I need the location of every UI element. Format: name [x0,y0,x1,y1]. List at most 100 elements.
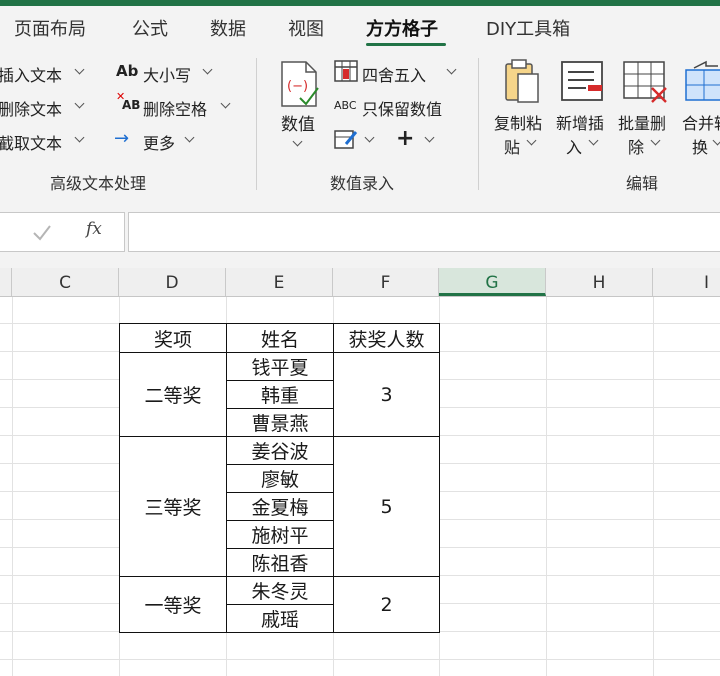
chevron-down-icon[interactable] [74,132,85,143]
case-button[interactable]: 大小写 [143,62,191,86]
formula-input[interactable] [128,212,720,252]
table-header-row: 奖项 姓名 获奖人数 [119,323,440,353]
keep-values-only-button[interactable]: 只保留数值 [362,96,442,120]
copy-paste-button-line2[interactable]: 贴 [504,134,520,158]
ribbon: 插入文本 删除文本 截取文本 Ab 大小写 ✕ AB 删除空格 → 更多 高级文… [0,50,720,197]
chevron-down-icon[interactable] [588,135,599,146]
active-tab-indicator [366,43,446,46]
name-cell[interactable]: 韩重 [226,380,334,409]
count-cell[interactable]: 2 [333,576,440,633]
round-icon [334,60,358,82]
new-insert-button-line2[interactable]: 入 [566,134,582,158]
check-icon[interactable] [32,223,52,241]
column-header-f[interactable]: F [333,268,439,296]
column-header-h[interactable]: H [546,268,653,296]
column-header-edge [0,268,12,296]
chevron-down-icon[interactable] [220,98,231,109]
column-header-d[interactable]: D [119,268,226,296]
batch-delete-button[interactable]: 批量删 [618,110,666,134]
round-button[interactable]: 四舍五入 [362,62,426,86]
formula-bar-area: fx [0,196,720,268]
chevron-down-icon[interactable] [526,135,537,146]
delete-space-icon: AB [122,98,141,112]
chevron-down-icon[interactable] [424,132,435,143]
name-cell[interactable]: 钱平夏 [226,352,334,381]
table-row: 一等奖 朱冬灵 2 [119,576,440,633]
group-divider [478,58,479,190]
table-row: 三等奖 姜谷波 5 [119,436,440,577]
batch-delete-button-line2[interactable]: 除 [628,134,644,158]
fx-icon[interactable]: fx [86,219,102,239]
chevron-down-icon[interactable] [364,132,375,143]
table-row: 二等奖 钱平夏 3 [119,352,440,437]
name-box[interactable]: fx [0,212,125,252]
tab-view[interactable]: 视图 [288,15,324,41]
column-header-c[interactable]: C [12,268,119,296]
group-label-edit: 编辑 [626,174,659,193]
tab-page-layout[interactable]: 页面布局 [14,15,86,41]
gridline [653,297,654,676]
more-button[interactable]: 更多 [143,130,175,154]
count-cell[interactable]: 5 [333,436,440,577]
column-header-g[interactable]: G [439,268,546,296]
abc-icon: ABC [334,99,357,112]
copy-paste-button[interactable]: 复制粘 [494,110,542,134]
header-cell-name[interactable]: 姓名 [226,323,334,353]
insert-text-button[interactable]: 插入文本 [0,62,62,86]
name-cell[interactable]: 戚瑶 [226,604,334,633]
numeric-value-button[interactable]: 数值 [281,110,315,135]
name-cell[interactable]: 施树平 [226,520,334,549]
chevron-down-icon[interactable] [712,135,720,146]
group-label-numeric: 数值录入 [330,174,395,193]
copy-paste-icon[interactable] [500,58,542,106]
numeric-value-icon[interactable]: (−) [278,60,320,108]
merge-convert-button[interactable]: 合并转 [682,110,720,134]
merge-convert-icon[interactable] [684,60,720,104]
name-cell[interactable]: 曹景燕 [226,408,334,437]
gridline [546,297,547,676]
gridline [12,297,13,676]
edit-cell-icon[interactable] [334,128,358,150]
group-divider [256,58,257,190]
name-cell[interactable]: 廖敏 [226,464,334,493]
plus-icon[interactable]: + [396,126,414,151]
chevron-down-icon[interactable] [446,64,457,75]
delete-text-button[interactable]: 删除文本 [0,96,62,120]
name-cell[interactable]: 姜谷波 [226,436,334,465]
extract-text-button[interactable]: 截取文本 [0,130,62,154]
name-cell[interactable]: 陈祖香 [226,548,334,577]
delete-space-button[interactable]: 删除空格 [143,96,207,120]
award-cell[interactable]: 二等奖 [119,352,227,437]
column-headers: C D E F G H I [0,268,720,297]
arrow-right-icon: → [114,128,130,149]
chevron-down-icon[interactable] [202,64,213,75]
count-cell[interactable]: 3 [333,352,440,437]
header-cell-award[interactable]: 奖项 [119,323,227,353]
name-cell[interactable]: 朱冬灵 [226,576,334,605]
tab-diy-toolbox[interactable]: DIY工具箱 [486,15,570,41]
chevron-down-icon[interactable] [650,135,661,146]
chevron-down-icon[interactable] [184,132,195,143]
insert-rows-icon[interactable] [560,60,606,104]
chevron-down-icon[interactable] [292,136,303,147]
group-label-text: 高级文本处理 [50,174,147,193]
merge-convert-button-line2[interactable]: 换 [692,134,708,158]
chevron-down-icon[interactable] [74,64,85,75]
tab-formulas[interactable]: 公式 [132,15,168,41]
column-header-e[interactable]: E [226,268,333,296]
award-table: 奖项 姓名 获奖人数 二等奖 钱平夏 3 韩重 曹景燕 三等奖 姜谷波 5 廖敏… [119,323,440,633]
new-insert-button[interactable]: 新增插 [556,110,604,134]
batch-delete-icon[interactable] [622,60,670,104]
svg-text:(−): (−) [287,79,308,94]
tab-fangfang-gezi[interactable]: 方方格子 [366,15,438,41]
tab-data[interactable]: 数据 [210,15,246,41]
award-cell[interactable]: 一等奖 [119,576,227,633]
header-cell-count[interactable]: 获奖人数 [333,323,440,353]
case-icon: Ab [116,62,139,80]
ribbon-tabs: 页面布局 公式 数据 视图 方方格子 DIY工具箱 [0,6,720,50]
gridline [0,659,720,660]
column-header-i[interactable]: I [653,268,720,296]
chevron-down-icon[interactable] [74,98,85,109]
name-cell[interactable]: 金夏梅 [226,492,334,521]
award-cell[interactable]: 三等奖 [119,436,227,577]
